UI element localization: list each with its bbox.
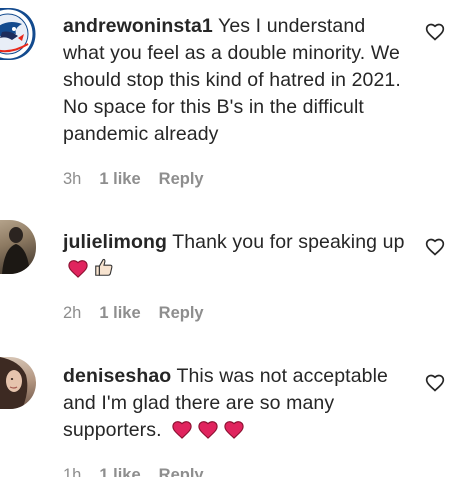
- comment-username[interactable]: deniseshao: [63, 365, 171, 387]
- red-heart-emoji: [223, 419, 245, 439]
- person-photo: [2, 227, 30, 274]
- red-heart-emoji: [67, 258, 89, 278]
- comment-time: 1h: [63, 466, 82, 477]
- red-heart-emoji: [197, 419, 219, 439]
- comment-username[interactable]: andrewoninsta1: [63, 15, 213, 37]
- comment-body: deniseshao This was not acceptable and I…: [63, 363, 408, 444]
- comment-meta: 1h 1 like Reply: [63, 465, 204, 477]
- reply-button[interactable]: Reply: [159, 465, 204, 477]
- avatar[interactable]: [0, 357, 36, 409]
- avatar[interactable]: [0, 220, 36, 274]
- comment-likes[interactable]: 1 like: [99, 303, 140, 323]
- reply-button[interactable]: Reply: [159, 169, 204, 189]
- comment-time: 3h: [63, 170, 82, 188]
- avatar[interactable]: [0, 8, 36, 60]
- comment-time: 2h: [63, 304, 82, 322]
- comment-likes[interactable]: 1 like: [99, 169, 140, 189]
- comment-likes[interactable]: 1 like: [99, 465, 140, 477]
- thumbs-up-emoji: [93, 256, 115, 278]
- comment-body: andrewoninsta1 Yes I understand what you…: [63, 13, 408, 148]
- red-heart-emoji: [171, 419, 193, 439]
- person-photo: [0, 357, 28, 409]
- reply-button[interactable]: Reply: [159, 303, 204, 323]
- blue-jays-logo: [0, 8, 36, 60]
- like-heart-icon[interactable]: [425, 22, 445, 42]
- comment-text: Thank you for speaking up: [172, 231, 405, 253]
- comment-meta: 2h 1 like Reply: [63, 303, 204, 323]
- like-heart-icon[interactable]: [425, 373, 445, 393]
- comment-body: julielimong Thank you for speaking up: [63, 229, 408, 283]
- like-heart-icon[interactable]: [425, 237, 445, 257]
- comment-username[interactable]: julielimong: [63, 231, 167, 253]
- comment-meta: 3h 1 like Reply: [63, 169, 204, 189]
